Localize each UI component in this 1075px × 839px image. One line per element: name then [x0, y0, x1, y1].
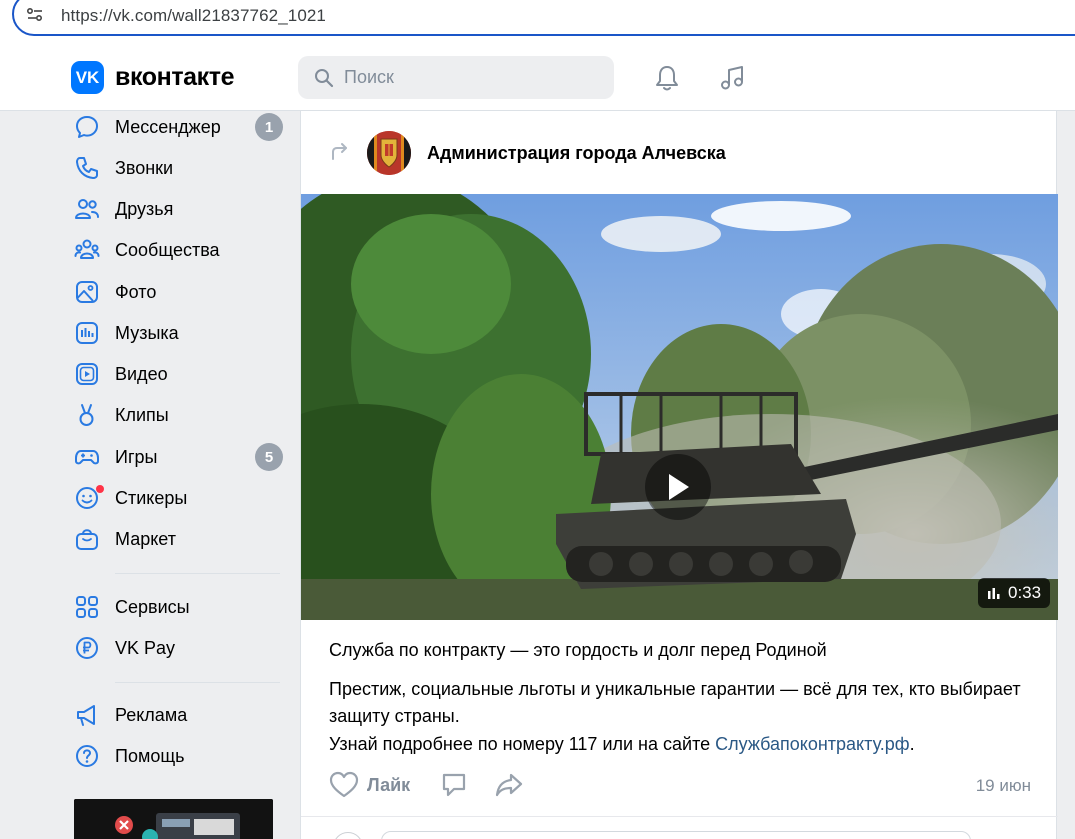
sidebar-item-games[interactable]: Игры 5 — [70, 439, 285, 475]
unread-badge: 1 — [255, 113, 283, 141]
video-duration: 0:33 — [978, 578, 1051, 608]
sidebar-label: Друзья — [115, 198, 174, 219]
games-icon — [75, 450, 99, 465]
heart-icon — [329, 771, 359, 798]
search-bar[interactable] — [298, 56, 614, 99]
sidebar-item-help[interactable]: Помощь — [70, 738, 285, 774]
vk-header: VK вконтакте — [0, 44, 1075, 111]
message-icon — [76, 116, 98, 138]
sidebar-label: Игры — [115, 446, 158, 467]
video-duration-text: 0:33 — [1008, 583, 1042, 602]
phone-icon — [76, 157, 98, 179]
site-settings-icon[interactable] — [26, 6, 44, 24]
contract-service-link[interactable]: Службапоконтракту.рф — [715, 734, 909, 754]
sidebar-label: Помощь — [115, 745, 185, 766]
sidebar-label: Звонки — [115, 157, 174, 178]
like-label: Лайк — [367, 774, 411, 795]
music-note-icon[interactable] — [718, 63, 748, 93]
sidebar-label: Реклама — [115, 704, 188, 725]
sidebar-item-vkpay[interactable]: VK Pay — [70, 630, 285, 666]
post-headline: Служба по контракту — это гордость и дол… — [329, 640, 827, 660]
comment-icon — [442, 773, 466, 797]
vk-logo[interactable]: VK вконтакте — [71, 61, 235, 94]
play-button[interactable] — [645, 454, 711, 520]
post-body-text: Узнай подробнее по номеру 117 или на сай… — [329, 734, 716, 754]
sidebar-item-services[interactable]: Сервисы — [70, 589, 285, 625]
market-icon — [76, 529, 98, 550]
vk-logo-text: вконтакте — [115, 63, 235, 91]
sidebar-label: Фото — [115, 281, 157, 302]
sidebar-divider — [115, 573, 280, 574]
comment-button[interactable] — [440, 771, 468, 799]
sidebar-item-communities[interactable]: Сообщества — [70, 232, 285, 268]
play-icon — [669, 474, 689, 500]
city-coat-of-arms — [367, 131, 411, 175]
post-actions: Лайк 19 июн — [329, 771, 1031, 801]
video-thumbnail — [301, 194, 1058, 620]
sidebar-label: Маркет — [115, 528, 176, 549]
bell-icon[interactable] — [652, 63, 682, 93]
sidebar-item-ads[interactable]: Реклама — [70, 697, 285, 733]
share-icon — [495, 773, 523, 797]
sidebar-item-market[interactable]: Маркет — [70, 521, 285, 557]
music-icon — [76, 322, 98, 344]
vk-logo-mark: VK — [71, 61, 104, 94]
notification-dot — [96, 485, 104, 493]
sidebar-item-messenger[interactable]: Мессенджер 1 — [70, 109, 285, 145]
friends-icon — [75, 199, 99, 219]
sidebar-label: VK Pay — [115, 637, 176, 658]
post-body-line1: Престиж, социальные льготы и уникальные … — [329, 679, 1021, 726]
sidebar-label: Мессенджер — [115, 116, 221, 137]
author-name[interactable]: Администрация города Алчевска — [427, 143, 726, 164]
share-button[interactable] — [494, 771, 524, 799]
post-body-suffix: . — [909, 734, 915, 754]
vkpay-icon — [76, 637, 98, 659]
search-icon — [315, 68, 334, 87]
sidebar-label: Сервисы — [115, 596, 190, 617]
sidebar-label: Стикеры — [115, 487, 188, 508]
sidebar-divider — [115, 682, 280, 683]
services-icon — [76, 596, 98, 618]
post-body-line2: Узнай подробнее по номеру 117 или на сай… — [329, 731, 1039, 758]
wall-post: Администрация города Алчевска 0:33 Служб… — [300, 111, 1058, 839]
video-icon — [76, 363, 98, 385]
sidebar-item-calls[interactable]: Звонки — [70, 150, 285, 186]
search-input[interactable] — [344, 67, 594, 88]
sidebar-item-music[interactable]: Музыка — [70, 315, 285, 351]
sidebar-item-friends[interactable]: Друзья — [70, 191, 285, 227]
post-date[interactable]: 19 июн — [976, 776, 1031, 796]
help-icon — [76, 745, 98, 767]
clips-icon — [79, 404, 94, 426]
sidebar-item-video[interactable]: Видео — [70, 356, 285, 392]
promo-illustration — [74, 799, 273, 839]
like-button[interactable]: Лайк — [329, 771, 410, 799]
sidebar-item-stickers[interactable]: Стикеры — [70, 480, 285, 516]
sidebar-label: Клипы — [115, 404, 169, 425]
comment-avatar — [333, 832, 363, 839]
browser-address-bar: https://vk.com/wall21837762_1021 — [0, 0, 1075, 44]
author-avatar[interactable] — [367, 131, 411, 175]
sidebar-item-photos[interactable]: Фото — [70, 274, 285, 310]
sidebar-item-clips[interactable]: Клипы — [70, 397, 285, 433]
ads-icon — [77, 705, 95, 726]
url-text[interactable]: https://vk.com/wall21837762_1021 — [61, 6, 326, 26]
video-player[interactable]: 0:33 — [301, 194, 1058, 620]
promo-banner[interactable] — [74, 799, 273, 839]
photo-icon — [76, 281, 98, 303]
repost-icon — [332, 143, 347, 160]
communities-icon — [74, 239, 100, 259]
games-badge: 5 — [255, 443, 283, 471]
sidebar-label: Музыка — [115, 322, 179, 343]
comment-input[interactable] — [381, 831, 971, 839]
sidebar-label: Сообщества — [115, 239, 220, 260]
audio-bars-icon — [988, 588, 1000, 599]
comment-divider — [301, 816, 1058, 817]
sidebar-label: Видео — [115, 363, 168, 384]
